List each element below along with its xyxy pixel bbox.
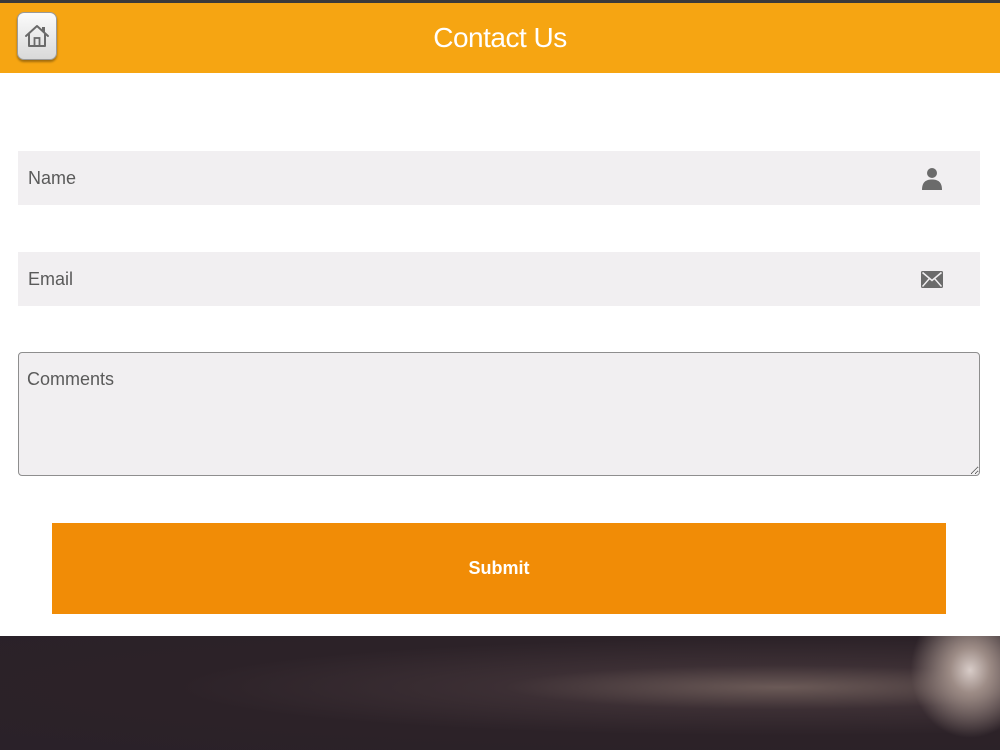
page-title: Contact Us [433,22,567,53]
background-highlight [900,636,1000,750]
comments-textarea[interactable] [18,352,980,476]
background-image [0,636,1000,750]
name-input[interactable] [18,151,980,205]
email-input[interactable] [18,252,980,306]
email-field[interactable] [18,252,980,306]
home-icon [25,25,49,47]
envelope-icon [921,271,943,288]
submit-button[interactable]: Submit [52,523,946,614]
name-field[interactable] [18,151,980,205]
user-icon [922,168,942,190]
home-button[interactable] [17,12,57,60]
